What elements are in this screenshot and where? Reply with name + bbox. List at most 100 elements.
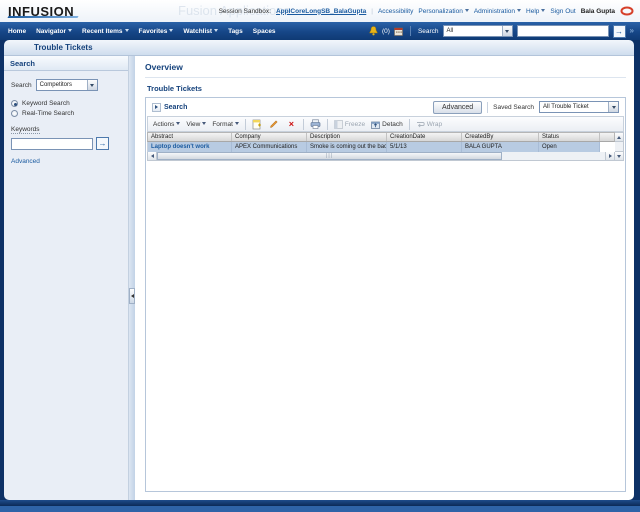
help-menu[interactable]: Help	[526, 8, 545, 15]
global-search-label: Search	[418, 28, 439, 35]
chevron-down-icon	[541, 9, 545, 12]
notifications-bell-icon[interactable]	[369, 26, 378, 36]
cell-status: Open	[539, 142, 600, 152]
column-header-company[interactable]: Company	[232, 133, 307, 141]
divider: |	[371, 8, 373, 15]
dropdown-button[interactable]	[87, 80, 97, 90]
create-icon[interactable]	[252, 119, 263, 130]
row-filler	[600, 142, 615, 152]
logo-swoosh	[7, 16, 78, 18]
dropdown-button[interactable]	[502, 26, 512, 36]
divider	[410, 26, 411, 36]
sidebar-search-select[interactable]: Competitors	[36, 79, 98, 91]
page-title-bar: Trouble Tickets	[4, 40, 634, 56]
search-toggle-label: Search	[164, 104, 187, 111]
column-header-description[interactable]: Description	[307, 133, 387, 141]
footer-accent-strip	[0, 506, 640, 512]
chevron-down-icon	[68, 29, 72, 32]
radio-label: Real-Time Search	[22, 110, 74, 117]
expand-icon	[152, 103, 161, 112]
edit-pencil-icon[interactable]	[269, 119, 280, 130]
column-header-createdby[interactable]: CreatedBy	[462, 133, 539, 141]
saved-search-label: Saved Search	[493, 104, 534, 111]
radio-button-icon	[11, 100, 18, 107]
sidebar-search-label: Search	[11, 82, 32, 89]
vertical-scrollbar[interactable]	[615, 132, 624, 161]
scrollbar-track[interactable]: |||	[157, 152, 605, 160]
chevron-down-icon	[612, 106, 616, 109]
divider	[303, 119, 304, 130]
cell-abstract-link[interactable]: Laptop doesn't work	[148, 142, 232, 152]
sign-out-link[interactable]: Sign Out	[550, 8, 575, 15]
chevron-down-icon	[169, 29, 173, 32]
search-disclosure-toggle[interactable]: Search	[152, 103, 187, 112]
divider	[245, 119, 246, 130]
chevron-down-icon	[202, 122, 206, 125]
saved-search-select[interactable]: All Trouble Ticket	[539, 101, 619, 113]
detach-icon	[371, 120, 380, 129]
wrap-button[interactable]: Wrap	[416, 120, 442, 129]
cell-createdby: BALA GUPTA	[462, 142, 539, 152]
calendar-icon[interactable]	[394, 27, 403, 36]
chevron-left-icon	[131, 294, 134, 298]
scroll-right-arrow[interactable]	[605, 152, 614, 160]
table-header-row: Abstract Company Description CreationDat…	[147, 132, 615, 142]
advanced-search-button[interactable]: Advanced	[433, 101, 482, 114]
horizontal-scrollbar[interactable]: |||	[147, 152, 615, 161]
scrollbar-thumb[interactable]: |||	[157, 152, 502, 160]
session-sandbox-link[interactable]: ApplCoreLongSB_BalaGupta	[276, 8, 366, 15]
notification-count: (0)	[382, 28, 390, 35]
nav-watchlist[interactable]: Watchlist	[183, 28, 218, 35]
nav-recent-items[interactable]: Recent Items	[82, 28, 128, 35]
panel-splitter[interactable]	[129, 56, 135, 500]
search-sidebar: Search Search Competitors Keyword Search	[4, 56, 129, 500]
print-icon[interactable]	[310, 119, 321, 130]
overview-panel: Overview Trouble Tickets Search Advanced…	[135, 56, 634, 500]
nav-spaces[interactable]: Spaces	[253, 28, 276, 35]
view-menu[interactable]: View	[186, 121, 206, 128]
radio-button-icon	[11, 110, 18, 117]
scroll-left-arrow[interactable]	[148, 152, 157, 160]
global-search-scope-select[interactable]: All	[443, 25, 513, 37]
chevron-down-icon	[214, 29, 218, 32]
application-window: INFUSION Fusion Applications Session San…	[0, 0, 640, 512]
column-header-status[interactable]: Status	[539, 133, 600, 141]
nav-favorites[interactable]: Favorites	[139, 28, 174, 35]
accessibility-link[interactable]: Accessibility	[378, 8, 413, 15]
format-menu[interactable]: Format	[212, 121, 239, 128]
detach-button[interactable]: Detach	[371, 120, 403, 129]
nav-navigator[interactable]: Navigator	[36, 28, 72, 35]
radio-realtime-search[interactable]: Real-Time Search	[11, 110, 121, 117]
keywords-label: Keywords	[11, 126, 40, 134]
global-search-go-button[interactable]: →	[613, 25, 626, 38]
actions-menu[interactable]: Actions	[153, 121, 180, 128]
keywords-go-button[interactable]: →	[96, 137, 109, 150]
cell-creationdate: 5/1/13	[387, 142, 462, 152]
scroll-up-arrow[interactable]	[615, 133, 623, 142]
column-header-abstract[interactable]: Abstract	[148, 133, 232, 141]
divider	[327, 119, 328, 130]
sidebar-title: Search	[10, 59, 35, 68]
global-search-input[interactable]	[517, 25, 609, 37]
keywords-input[interactable]	[11, 138, 93, 150]
chevron-down-icon	[465, 9, 469, 12]
sidebar-advanced-link[interactable]: Advanced	[11, 158, 40, 165]
overview-title: Overview	[145, 62, 626, 78]
table-row[interactable]: Laptop doesn't work APEX Communications …	[147, 142, 615, 152]
nav-home[interactable]: Home	[8, 28, 26, 35]
delete-icon[interactable]: ×	[286, 119, 297, 130]
content-frame: Trouble Tickets Search Search Competitor…	[0, 40, 640, 500]
splitter-collapse-handle[interactable]	[129, 288, 135, 304]
scroll-down-arrow[interactable]	[615, 151, 623, 160]
infusion-logo: INFUSION	[8, 4, 74, 19]
nav-tags[interactable]: Tags	[228, 28, 243, 35]
dropdown-button[interactable]	[608, 102, 618, 112]
administration-menu[interactable]: Administration	[474, 8, 521, 15]
search-options-icon[interactable]: »	[630, 25, 634, 37]
sidebar-header: Search	[4, 56, 128, 71]
column-header-creationdate[interactable]: CreationDate	[387, 133, 462, 141]
trouble-tickets-table: Abstract Company Description CreationDat…	[147, 132, 624, 161]
radio-keyword-search[interactable]: Keyword Search	[11, 100, 121, 107]
freeze-button[interactable]: Freeze	[334, 120, 365, 129]
personalization-menu[interactable]: Personalization	[418, 8, 468, 15]
